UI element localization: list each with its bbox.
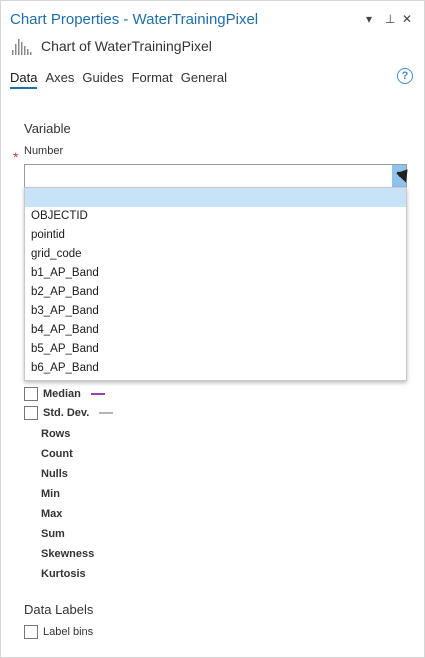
chart-properties-pane: Chart Properties - WaterTrainingPixel ▾ … [0, 0, 425, 658]
variable-heading: Variable [24, 121, 71, 136]
chart-name: Chart of WaterTrainingPixel [41, 38, 212, 54]
close-icon[interactable]: ✕ [402, 12, 412, 26]
dropdown-option[interactable]: OBJECTID [25, 207, 406, 226]
number-field-dropdown-list: OBJECTID pointid grid_code b1_AP_Band b2… [24, 187, 407, 381]
std-dev-line-swatch [99, 412, 114, 414]
required-marker: * [13, 149, 19, 165]
tab-data[interactable]: Data [10, 70, 38, 89]
dropdown-option[interactable]: pointid [25, 226, 406, 245]
label-bins-row: Label bins [24, 625, 93, 639]
tab-general[interactable]: General [181, 70, 227, 89]
mouse-cursor-icon [396, 169, 412, 185]
chart-name-row: Chart of WaterTrainingPixel [11, 35, 212, 57]
median-row: Median [24, 387, 105, 401]
dropdown-option[interactable]: b3_AP_Band [25, 302, 406, 321]
median-checkbox[interactable] [24, 387, 38, 401]
number-field-combobox[interactable]: ▼ [24, 164, 407, 188]
label-bins-checkbox[interactable] [24, 625, 38, 639]
stat-min: Min [41, 488, 60, 500]
median-label: Median [43, 388, 81, 400]
dropdown-option[interactable]: b5_AP_Band [25, 340, 406, 359]
stat-rows: Rows [41, 428, 71, 440]
stat-skewness: Skewness [41, 548, 95, 560]
std-dev-label: Std. Dev. [43, 407, 90, 419]
tab-guides[interactable]: Guides [82, 70, 123, 89]
median-line-swatch [90, 393, 105, 395]
histogram-chart-icon [12, 39, 32, 55]
stat-sum: Sum [41, 528, 65, 540]
std-dev-row: Std. Dev. [24, 406, 114, 420]
tab-axes[interactable]: Axes [45, 70, 74, 89]
help-icon[interactable]: ? [397, 68, 413, 84]
dropdown-option[interactable]: b6_AP_Band [25, 359, 406, 378]
stat-nulls: Nulls [41, 468, 68, 480]
dropdown-option[interactable]: b2_AP_Band [25, 283, 406, 302]
number-field-label: Number [24, 145, 64, 157]
dropdown-option[interactable]: b1_AP_Band [25, 264, 406, 283]
pane-title: Chart Properties - WaterTrainingPixel [10, 11, 259, 28]
stat-kurtosis: Kurtosis [41, 568, 86, 580]
dropdown-option[interactable]: grid_code [25, 245, 406, 264]
pin-icon[interactable]: ⊥ [385, 12, 395, 26]
stat-max: Max [41, 508, 63, 520]
tab-format[interactable]: Format [132, 70, 173, 89]
stat-count: Count [41, 448, 73, 460]
pane-menu-icon[interactable]: ▾ [366, 12, 372, 26]
std-dev-checkbox[interactable] [24, 406, 38, 420]
label-bins-label: Label bins [43, 626, 94, 638]
data-labels-heading: Data Labels [24, 602, 94, 617]
dropdown-option-blank[interactable] [25, 188, 406, 207]
dropdown-option[interactable]: b4_AP_Band [25, 321, 406, 340]
tab-bar: Data Axes Guides Format General [10, 70, 235, 89]
